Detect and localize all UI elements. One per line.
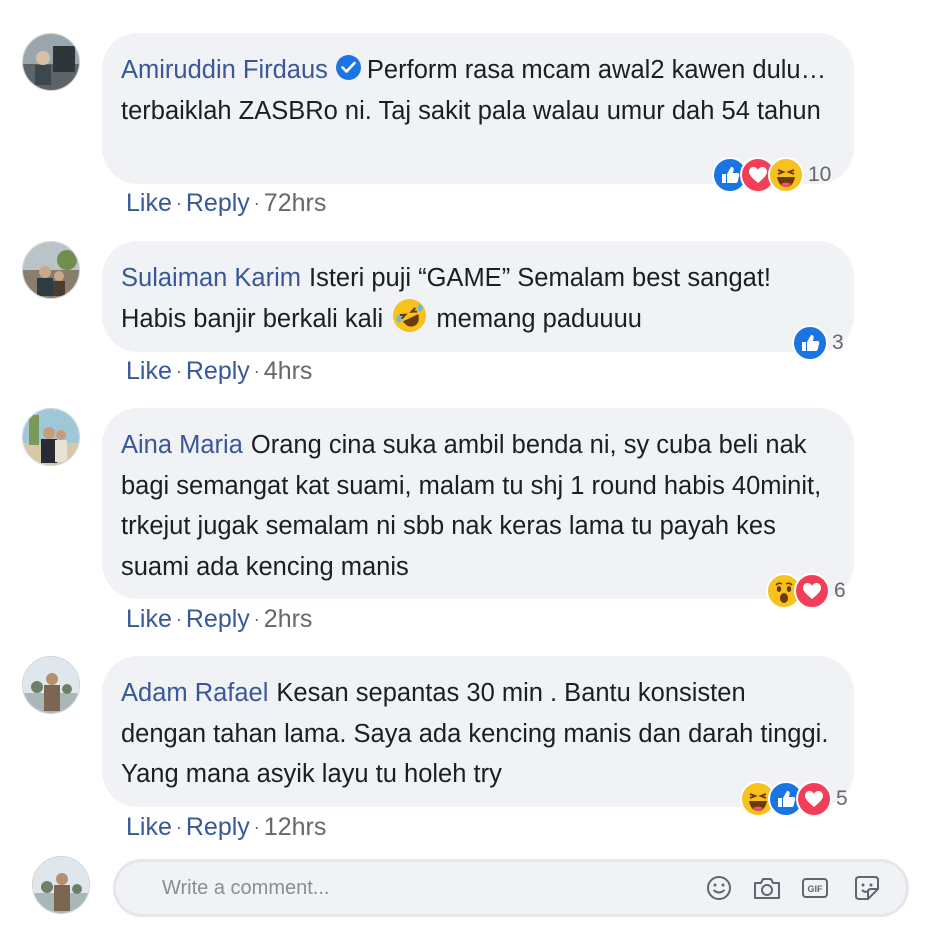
love-icon [796,781,832,817]
emoji-icon[interactable] [704,874,734,902]
avatar[interactable] [22,33,80,91]
separator-dot: · [175,817,182,837]
separator-dot: · [253,817,260,837]
verified-badge-icon [335,55,361,80]
author-name[interactable]: Adam Rafael [121,679,268,707]
comment-timestamp[interactable]: 72hrs [264,189,327,217]
like-link[interactable]: Like [126,357,172,385]
avatar[interactable] [22,656,80,714]
separator-dot: · [175,361,182,381]
comment-input[interactable] [162,862,662,914]
separator-dot: · [175,193,182,213]
author-name[interactable]: Aina Maria [121,431,243,459]
reply-link[interactable]: Reply [186,605,250,633]
author-name[interactable]: Sulaiman Karim [121,264,301,292]
love-icon [794,573,830,609]
current-user-avatar[interactable] [32,856,90,914]
reaction-count: 5 [836,787,848,810]
comment-timestamp[interactable]: 2hrs [264,605,313,633]
reaction-count: 3 [832,331,844,354]
haha-icon [768,157,804,193]
reply-link[interactable]: Reply [186,357,250,385]
separator-dot: · [253,609,260,629]
rolling-laughing-emoji [393,298,427,332]
reply-link[interactable]: Reply [186,189,250,217]
comment-composer: GIF [113,859,909,917]
reaction-count: 6 [834,579,846,602]
reaction-summary[interactable]: 3 [792,325,844,361]
separator-dot: · [253,193,260,213]
camera-icon[interactable] [752,874,782,902]
like-link[interactable]: Like [126,605,172,633]
like-icon [792,325,828,361]
separator-dot: · [175,609,182,629]
like-link[interactable]: Like [126,813,172,841]
comment-actions: Like · Reply · 2hrs [126,604,312,634]
sticker-icon[interactable] [852,874,882,902]
svg-text:GIF: GIF [808,884,824,894]
separator-dot: · [253,361,260,381]
reply-link[interactable]: Reply [186,813,250,841]
reaction-count: 10 [808,163,832,186]
comment-bubble: Sulaiman Karim Isteri puji “GAME” Semalam… [102,241,854,352]
gif-icon[interactable]: GIF [800,874,830,902]
comment-timestamp[interactable]: 4hrs [264,357,313,385]
reaction-summary[interactable]: 5 [740,781,848,817]
reaction-summary[interactable]: 6 [766,573,846,609]
comment-timestamp[interactable]: 12hrs [264,813,327,841]
comment-actions: Like · Reply · 72hrs [126,188,326,218]
avatar[interactable] [22,241,80,299]
comment-bubble: Aina Maria Orang cina suka ambil benda ni… [102,408,854,599]
avatar[interactable] [22,408,80,466]
comment-text: memang paduuuu [436,304,642,333]
author-name[interactable]: Amiruddin Firdaus [121,56,328,84]
comment-actions: Like · Reply · 4hrs [126,356,312,386]
comment-actions: Like · Reply · 12hrs [126,812,326,842]
reaction-summary[interactable]: 10 [712,157,831,193]
like-link[interactable]: Like [126,189,172,217]
